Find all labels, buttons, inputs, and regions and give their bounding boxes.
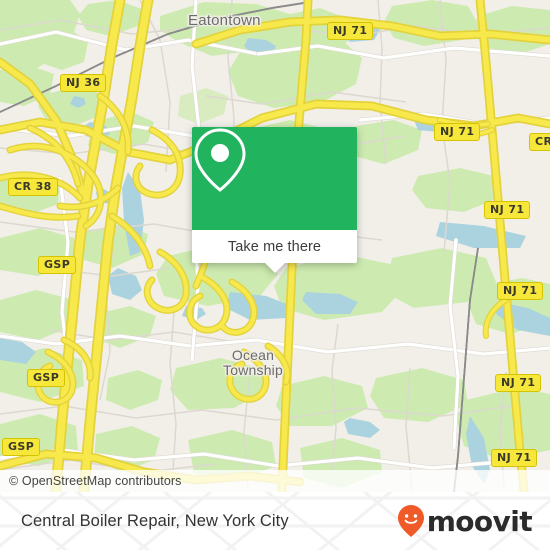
callout-header [192,127,357,230]
route-shield-gsp[interactable]: GSP [27,369,66,387]
moovit-smiley-pin-icon [397,505,424,537]
route-shield-nj-71[interactable]: NJ 71 [484,201,531,219]
callout-pointer [264,263,285,273]
route-shield-cr[interactable]: CR [529,133,550,151]
route-shield-nj-71[interactable]: NJ 71 [434,123,481,141]
map-attribution-bar: © OpenStreetMap contributors [0,470,550,492]
moovit-logo[interactable]: moovit [397,504,533,538]
route-shield-nj-36[interactable]: NJ 36 [60,74,107,92]
page-title: Central Boiler Repair, New York City [21,511,289,530]
route-shield-gsp[interactable]: GSP [2,438,41,456]
location-callout-card[interactable]: Take me there [192,127,357,273]
footer-bar: Central Boiler Repair, New York City moo… [0,492,550,550]
route-shield-nj-71[interactable]: NJ 71 [495,374,542,392]
route-shield-gsp[interactable]: GSP [38,256,77,274]
route-shield-cr-38[interactable]: CR 38 [8,178,58,196]
moovit-wordmark: moovit [426,504,533,538]
route-shield-nj-71[interactable]: NJ 71 [491,449,538,467]
map-canvas[interactable]: .park{fill:#cdebb0} .park2{fill:#d8ecc0}… [0,0,550,492]
take-me-there-label: Take me there [227,238,322,255]
route-shield-nj-71[interactable]: NJ 71 [497,282,544,300]
osm-attribution-text[interactable]: © OpenStreetMap contributors [0,474,182,488]
route-shield-nj-71[interactable]: NJ 71 [327,22,374,40]
map-screenshot: .park{fill:#cdebb0} .park2{fill:#d8ecc0}… [0,0,550,550]
take-me-there-button[interactable]: Take me there [192,230,357,263]
map-pin-icon [194,128,246,192]
